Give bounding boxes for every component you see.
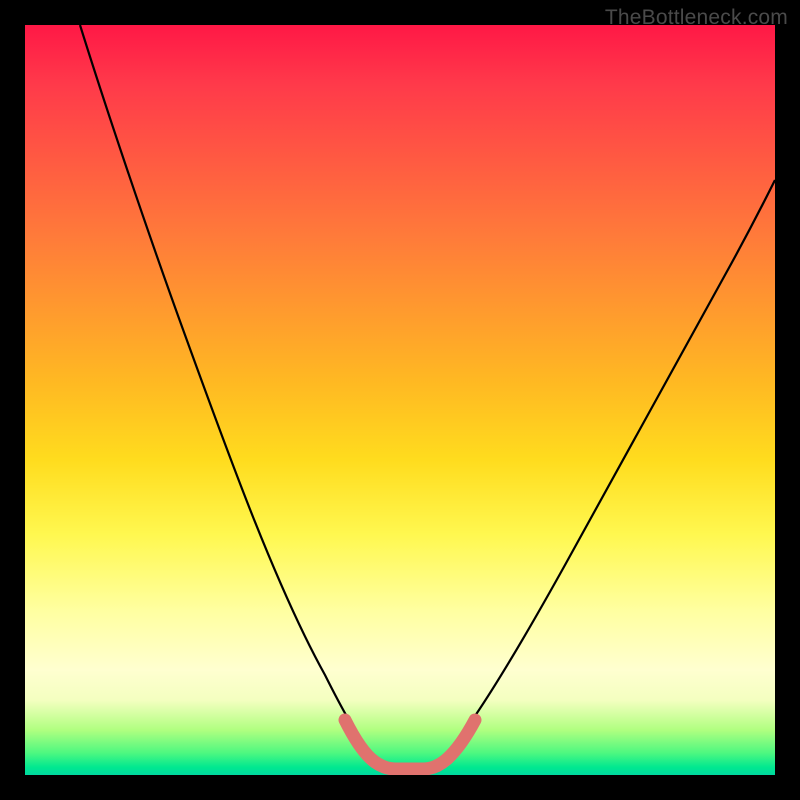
bottleneck-gradient-chart [25,25,775,775]
optimal-zone-highlight [345,720,475,769]
main-curve-line [80,25,775,767]
watermark-text: TheBottleneck.com [605,6,788,30]
chart-svg [25,25,775,775]
